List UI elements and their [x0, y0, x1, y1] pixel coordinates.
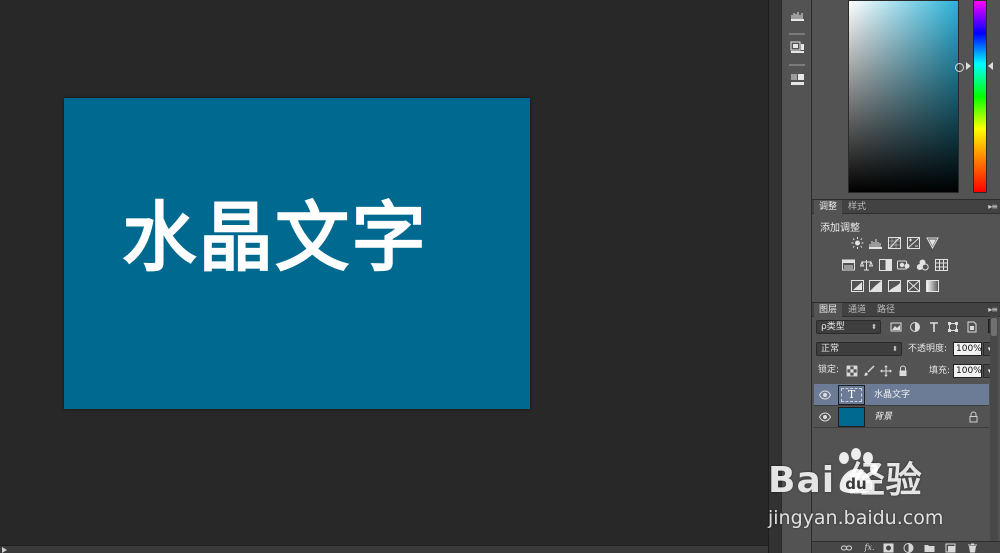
adjustments-row-3 [812, 280, 1000, 294]
hue-slider-handle-right[interactable] [988, 62, 993, 70]
posterize-icon[interactable] [869, 280, 882, 292]
layer-name[interactable]: 水晶文字 [874, 384, 910, 406]
threshold-icon[interactable] [888, 280, 901, 292]
tab-channels[interactable]: 通道 [843, 303, 871, 317]
vibrance-icon[interactable] [926, 237, 939, 249]
tab-styles[interactable]: 样式 [843, 200, 871, 214]
panel-menu-icon[interactable]: ▸≡ [988, 306, 998, 314]
new-layer-icon[interactable] [945, 543, 956, 553]
status-bar [0, 545, 768, 553]
blend-mode-select[interactable]: 正常 ⬍ [816, 342, 902, 356]
selective-color-icon[interactable] [907, 280, 920, 292]
opacity-input[interactable]: 100% [953, 342, 982, 356]
filter-shape-icon[interactable] [947, 321, 959, 333]
lock-position-move-icon[interactable] [880, 365, 892, 377]
adjustments-row-1 [812, 237, 1000, 251]
black-white-icon[interactable] [879, 259, 892, 271]
photo-filter-icon[interactable] [897, 259, 910, 271]
opacity-label: 不透明度: [908, 344, 948, 354]
delete-layer-trash-icon[interactable] [967, 543, 978, 553]
hue-slider[interactable] [973, 0, 987, 193]
histogram-panel-icon[interactable] [790, 10, 805, 23]
strip-separator [789, 64, 805, 66]
layer-row-text[interactable]: T 水晶文字 [814, 384, 989, 406]
link-layers-icon[interactable] [841, 543, 852, 553]
visibility-eye-icon[interactable] [819, 411, 831, 423]
filter-kind-label: ρ类型 [821, 322, 845, 332]
levels-icon[interactable] [869, 237, 882, 249]
status-menu-arrow-icon[interactable] [2, 547, 7, 553]
invert-icon[interactable] [851, 280, 864, 292]
fill-label: 填充: [929, 366, 951, 376]
right-panel-dock: 调整 样式 ▸≡ 添加调整 图层 通道 路径 ▸≡ ρ类型 ⬍ 正常 ⬍ 不透明… [812, 0, 1000, 553]
background-layer-thumbnail[interactable] [838, 407, 865, 427]
workspace-scroll-gutter[interactable] [768, 0, 781, 553]
text-layer-thumbnail[interactable]: T [838, 385, 865, 405]
document-canvas[interactable]: 水晶文字 [64, 98, 530, 409]
filter-adjustment-icon[interactable] [909, 321, 921, 333]
adjustments-row-2 [812, 259, 1000, 273]
curves-icon[interactable] [888, 237, 901, 249]
channel-mixer-icon[interactable] [916, 259, 929, 271]
tab-adjustments[interactable]: 调整 [814, 200, 843, 214]
layer-row-background[interactable]: 背景 [814, 406, 989, 428]
hue-slider-handle-left[interactable] [966, 62, 971, 70]
lock-all-icon[interactable] [897, 365, 909, 377]
layers-scrollbar[interactable] [990, 316, 998, 544]
panel-menu-icon[interactable]: ▸≡ [988, 203, 998, 211]
color-panel [812, 0, 1000, 197]
fill-input[interactable]: 100% [953, 364, 982, 378]
color-saturation-field[interactable] [848, 0, 959, 193]
adjustments-tabbar: 调整 样式 ▸≡ [812, 199, 1000, 214]
select-arrows-icon: ⬍ [892, 345, 898, 353]
new-adjustment-layer-icon[interactable] [903, 543, 914, 553]
canvas-workspace[interactable]: 水晶文字 [0, 0, 768, 545]
gradient-map-icon[interactable] [926, 280, 939, 292]
add-layer-mask-icon[interactable] [883, 543, 894, 553]
hue-saturation-icon[interactable] [842, 259, 855, 271]
color-balance-icon[interactable] [860, 259, 873, 271]
filter-smart-object-icon[interactable] [966, 321, 978, 333]
filter-pixel-icon[interactable] [890, 321, 902, 333]
layer-filter-kind-select[interactable]: ρ类型 ⬍ [816, 320, 881, 334]
tab-layers[interactable]: 图层 [814, 303, 843, 317]
adjustments-title: 添加调整 [820, 223, 860, 234]
panel-icon-strip [781, 0, 812, 553]
layers-tabbar: 图层 通道 路径 ▸≡ [812, 302, 1000, 317]
exposure-icon[interactable] [907, 237, 920, 249]
layers-scrollbar-thumb[interactable] [991, 318, 997, 336]
select-arrows-icon: ⬍ [871, 323, 877, 331]
layer-style-fx-icon[interactable]: fx. [864, 543, 875, 553]
canvas-text-layer[interactable]: 水晶文字 [122, 200, 428, 276]
layers-footer-toolbar: fx. [812, 541, 1000, 553]
layer-locked-icon [968, 411, 979, 423]
properties-panel-icon[interactable] [790, 41, 805, 54]
visibility-eye-icon[interactable] [819, 389, 831, 401]
brightness-contrast-icon[interactable] [851, 237, 864, 249]
strip-separator [789, 33, 805, 35]
new-group-folder-icon[interactable] [924, 543, 935, 553]
filter-type-icon[interactable] [928, 321, 940, 333]
color-picker-marker[interactable] [955, 63, 964, 72]
lock-label: 锁定: [818, 365, 840, 375]
lock-transparent-pixels-icon[interactable] [846, 365, 858, 377]
tab-paths[interactable]: 路径 [872, 303, 900, 317]
blend-mode-label: 正常 [821, 344, 840, 354]
color-lookup-icon[interactable] [935, 259, 948, 271]
lock-image-pixels-brush-icon[interactable] [863, 365, 875, 377]
photoshop-window: 水晶文字 调整 样式 ▸≡ 添加调整 图层 通道 路径 ▸≡ ρ类型 ⬍ 正常 … [0, 0, 1000, 553]
paragraph-panel-icon[interactable] [790, 73, 805, 86]
layer-name[interactable]: 背景 [874, 406, 892, 428]
